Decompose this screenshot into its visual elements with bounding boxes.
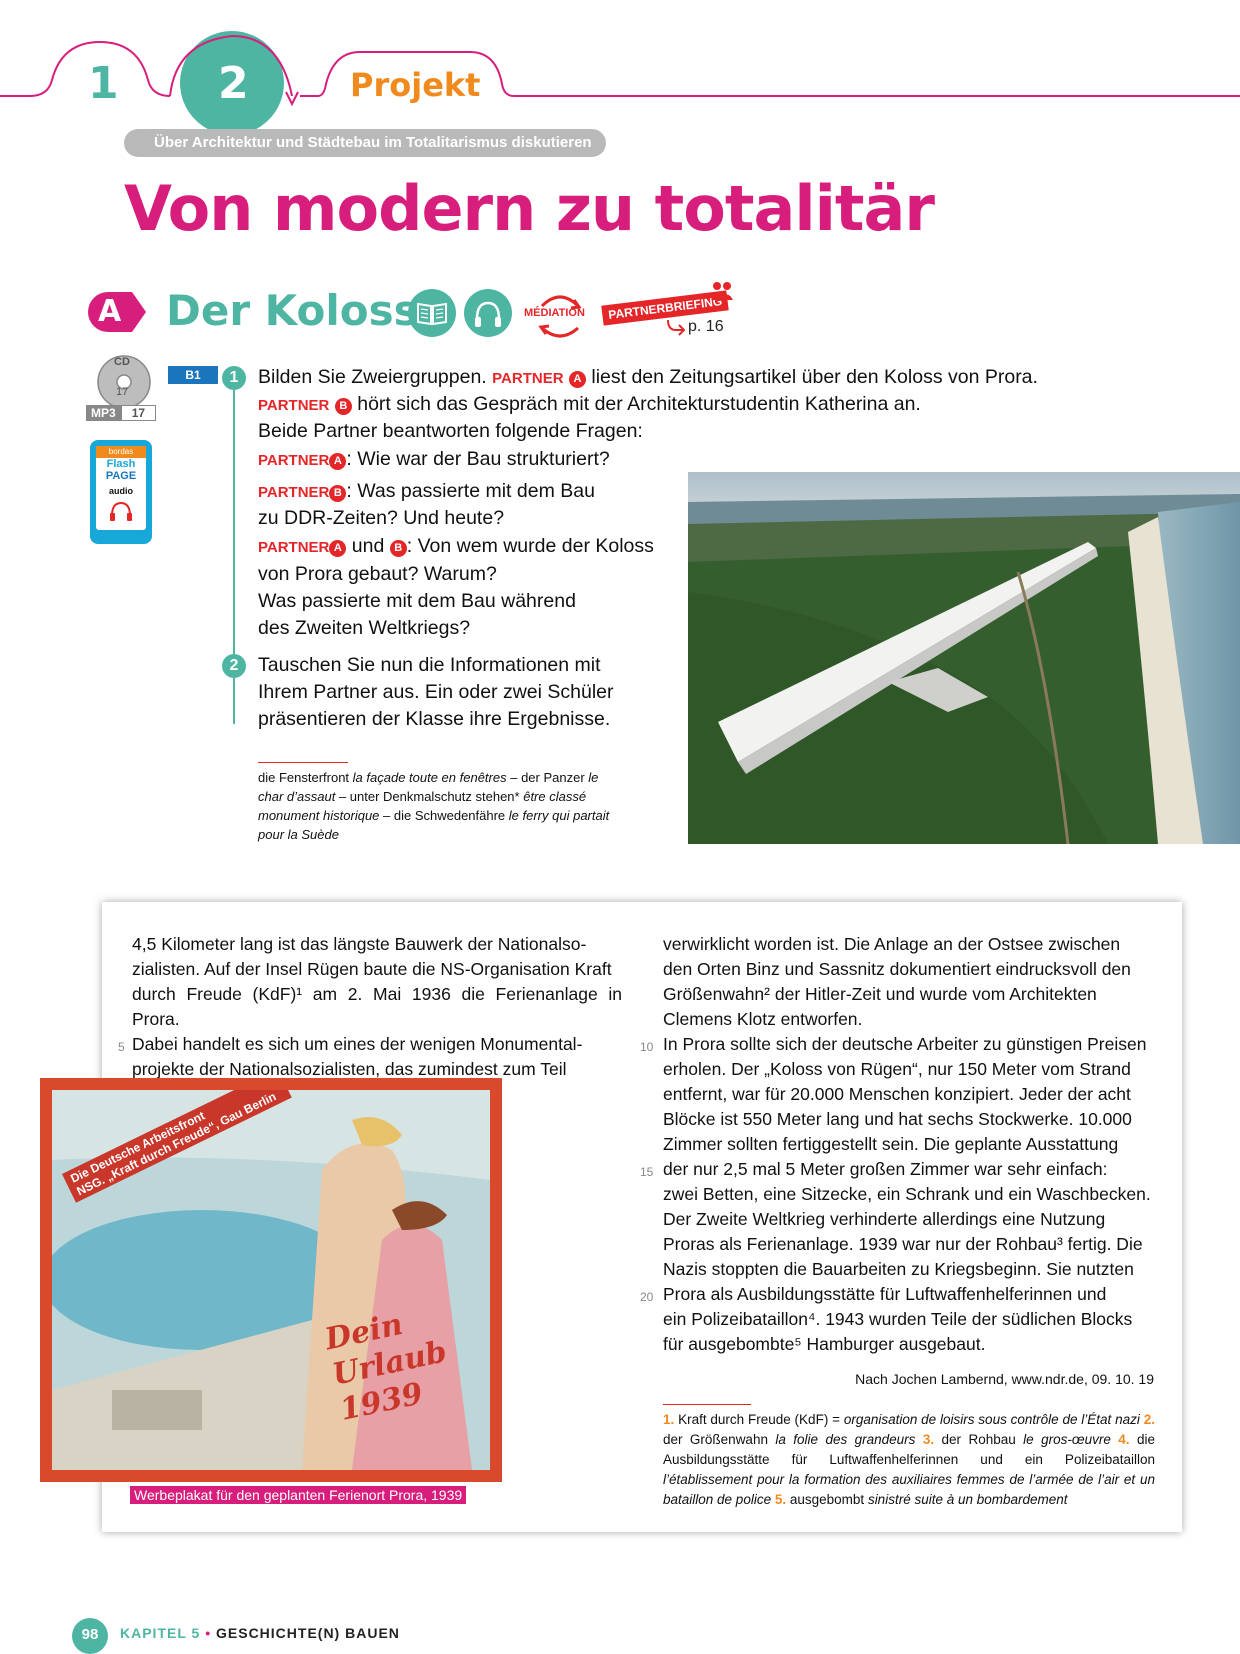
line-number: 5 (118, 1040, 125, 1054)
task-line-2: PARTNER B hört sich das Gespräch mit der… (258, 393, 921, 415)
article-right-line: Clemens Klotz entworfen. (663, 1009, 863, 1029)
task-2-line-2: Ihrem Partner aus. Ein oder zwei Schüler (258, 681, 614, 703)
step-number-1: 1 (222, 366, 246, 390)
glossary: die Fensterfront la façade toute en fenê… (258, 770, 610, 842)
section-title: Der Koloss (166, 286, 419, 335)
lesson-subtitle: Über Architektur und Städtebau im Totali… (124, 129, 606, 157)
header-tab-line (0, 31, 1240, 135)
footnotes: 1. Kraft durch Freude (KdF) = organisati… (663, 1412, 1155, 1507)
article-right-line: Der Zweite Weltkrieg verhinderte allerdi… (663, 1209, 1106, 1229)
article-left-line: 4,5 Kilometer lang ist das längste Bauwe… (132, 934, 587, 954)
article-right-line: Proras als Ferienanlage. 1939 war nur de… (663, 1234, 1143, 1254)
question-a: PARTNER A: Wie war der Bau strukturiert? (258, 448, 610, 470)
section-letter: A (88, 292, 132, 332)
task-2-line-1: Tauschen Sie nun die Informationen mit (258, 654, 601, 676)
level-badge: B1 (168, 366, 218, 384)
page-number: 98 (72, 1618, 108, 1654)
headphones-icon (110, 501, 132, 521)
article-right-line: zwei Betten, eine Sitzecke, ein Schrank … (663, 1184, 1151, 1204)
article-right-line: entfernt, war für 20.000 Menschen konzip… (663, 1084, 1131, 1104)
chapter-footer: KAPITEL 5 • GESCHICHTE(N) BAUEN (120, 1625, 400, 1641)
mp3-badge[interactable]: MP3 17 (86, 405, 157, 421)
question-ab-cont1: von Prora gebaut? Warum? (258, 563, 497, 585)
flash-line3: audio (109, 486, 133, 496)
flash-line1: Flash (106, 458, 136, 470)
tab-2[interactable]: 2 (218, 58, 249, 109)
article-right-line: ein Polizeibataillon⁴. 1943 wurden Teile… (663, 1309, 1133, 1329)
article-right-line: Blöcke ist 550 Meter lang und hat sechs … (663, 1109, 1132, 1129)
task-line-3: Beide Partner beantworten folgende Frage… (258, 420, 643, 442)
poster-caption: Werbeplakat für den geplanten Ferienort … (130, 1486, 467, 1504)
page-title: Von modern zu totalitär (124, 172, 935, 245)
book-icon (408, 289, 456, 337)
article-left-line: zialisten. Auf der Insel Rügen baute die… (132, 959, 612, 979)
flash-brand: bordas (96, 446, 146, 458)
article-right-line: den Orten Binz und Sassnitz dokumentiert… (663, 959, 1131, 979)
arrow-right-icon (667, 319, 686, 336)
article-source: Nach Jochen Lambernd, www.ndr.de, 09. 10… (855, 1371, 1154, 1387)
mediation-label: MÉDIATION (524, 307, 585, 319)
article-right-line: Größenwahn² der Hitler-Zeit und wurde vo… (663, 984, 1097, 1004)
article-left-column: 4,5 Kilometer lang ist das längste Bauwe… (132, 932, 622, 1082)
article-right-line: erholen. Der „Koloss von Rügen“, nur 150… (663, 1059, 1131, 1079)
mp3-track: 17 (120, 405, 157, 421)
question-ab-cont3: des Zweiten Weltkriegs? (258, 617, 471, 639)
article-right-line: Zimmer sollten fertiggestellt sein. Die … (663, 1134, 1119, 1154)
article-right-line: verwirklicht worden ist. Die Anlage an d… (663, 934, 1121, 954)
article-left-line: durch Freude (KdF)¹ am 2. Mai 1936 die F… (132, 984, 622, 1029)
step-number-2: 2 (222, 654, 246, 678)
task-2-line-3: präsentieren der Klasse ihre Ergebnisse. (258, 708, 611, 730)
glossary-rule (258, 762, 348, 763)
article-right-line: Nazis stoppten die Bauarbeiten zu Kriegs… (663, 1259, 1134, 1279)
article-right-column: verwirklicht worden ist. Die Anlage an d… (663, 932, 1153, 1357)
line-number: 20 (640, 1290, 654, 1304)
section-arrow (132, 292, 146, 332)
footnote-rule (663, 1404, 751, 1405)
cd-label: CD (114, 356, 130, 368)
flashpage-audio-badge[interactable]: bordas Flash PAGE audio (90, 440, 152, 544)
tab-projekt[interactable]: Projekt (350, 66, 480, 104)
line-number: 15 (640, 1165, 654, 1179)
propaganda-poster: Die Deutsche Arbeitsfront NSG. „Kraft du… (40, 1078, 502, 1482)
article-right-line: für ausgebombte⁵ Hamburger ausgebaut. (663, 1334, 986, 1354)
article-right-line: In Prora sollte sich der deutsche Arbeit… (663, 1034, 1147, 1054)
line-number: 10 (640, 1040, 654, 1054)
prora-aerial-photo (688, 472, 1240, 844)
article-right-line: Prora als Ausbildungsstätte für Luftwaff… (663, 1284, 1107, 1304)
headphones-icon (464, 289, 512, 337)
cd-track: 17 (116, 386, 129, 398)
partners-icon (711, 282, 733, 300)
question-b-cont: zu DDR-Zeiten? Und heute? (258, 507, 505, 529)
partnerbriefing-page-ref[interactable]: p. 16 (688, 318, 724, 336)
question-ab-cont2: Was passierte mit dem Bau während (258, 590, 576, 612)
question-ab: PARTNER A und B: Von wem wurde der Koloss (258, 535, 654, 557)
article-right-line: der nur 2,5 mal 5 Meter großen Zimmer wa… (663, 1159, 1108, 1179)
tab-1[interactable]: 1 (88, 58, 119, 109)
mp3-label: MP3 (86, 405, 121, 421)
flash-line2: PAGE (105, 470, 137, 482)
question-b: PARTNER B: Was passierte mit dem Bau (258, 480, 595, 502)
article-left-line: Dabei handelt es sich um eines der wenig… (132, 1034, 583, 1054)
task-line-1: Bilden Sie Zweiergruppen. PARTNER A lies… (258, 366, 1038, 388)
